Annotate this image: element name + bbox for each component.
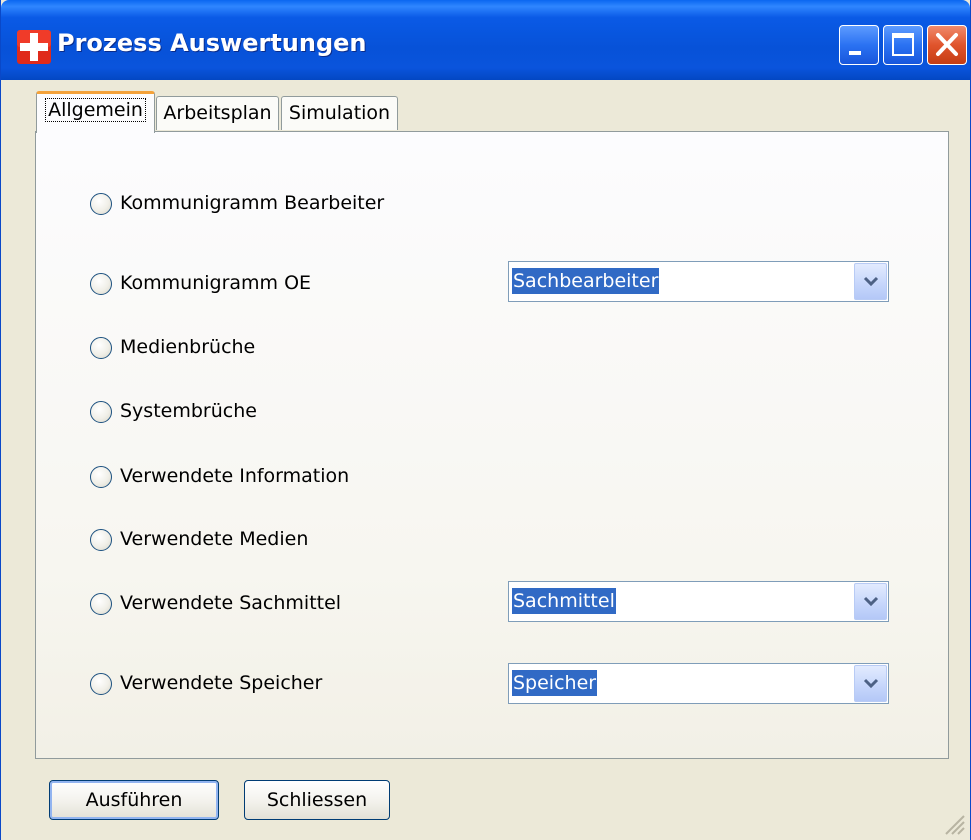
option-label: Kommunigramm OE <box>120 272 312 294</box>
window-title: Prozess Auswertungen <box>57 29 367 57</box>
oe-select-value: Sachbearbeiter <box>512 268 660 294</box>
app-cross-icon <box>17 30 51 64</box>
close-button[interactable]: Schliessen <box>244 780 390 820</box>
tab-arbeitsplan-label: Arbeitsplan <box>163 102 272 124</box>
option-label: Medienbrüche <box>120 336 256 358</box>
radio-button[interactable] <box>90 193 112 215</box>
option-label: Verwendete Information <box>120 465 350 487</box>
dialog-window: Prozess Auswertungen Allgemein Arbeitspl… <box>0 0 971 840</box>
radio-button[interactable] <box>90 466 112 488</box>
close-window-button[interactable] <box>927 25 967 65</box>
sachmittel-dropdown-button[interactable] <box>854 583 887 620</box>
radio-button[interactable] <box>90 337 112 359</box>
chevron-down-icon <box>863 678 879 689</box>
option-label: Verwendete Sachmittel <box>120 592 342 614</box>
tab-allgemein-label: Allgemein <box>45 98 146 122</box>
run-button[interactable]: Ausführen <box>49 780 219 820</box>
chevron-down-icon <box>863 276 879 287</box>
tab-simulation-label: Simulation <box>288 102 391 124</box>
speicher-dropdown-button[interactable] <box>854 665 887 702</box>
minimize-icon <box>849 51 861 55</box>
option-label: Systembrüche <box>120 400 257 422</box>
radio-button[interactable] <box>90 593 112 615</box>
radio-button[interactable] <box>90 273 112 295</box>
oe-select[interactable]: Sachbearbeiter <box>508 261 889 302</box>
option-label: Verwendete Medien <box>120 528 309 550</box>
sachmittel-select-value: Sachmittel <box>512 588 616 614</box>
radio-button[interactable] <box>90 529 112 551</box>
tab-simulation[interactable]: Simulation <box>281 96 398 130</box>
close-icon <box>936 33 958 56</box>
option-label: Kommunigramm Bearbeiter <box>120 192 385 214</box>
sachmittel-select[interactable]: Sachmittel <box>508 581 889 622</box>
minimize-button[interactable] <box>839 25 879 65</box>
maximize-icon <box>892 33 914 56</box>
tab-panel-allgemein: Kommunigramm Bearbeiter Kommunigramm OE … <box>35 131 949 759</box>
oe-dropdown-button[interactable] <box>854 263 887 300</box>
title-bar[interactable]: Prozess Auswertungen <box>1 0 970 80</box>
chevron-down-icon <box>863 596 879 607</box>
radio-button[interactable] <box>90 673 112 695</box>
tab-allgemein[interactable]: Allgemein <box>36 91 155 133</box>
tab-arbeitsplan[interactable]: Arbeitsplan <box>156 96 279 130</box>
radio-button[interactable] <box>90 401 112 423</box>
resize-grip-icon[interactable] <box>940 810 966 836</box>
speicher-select[interactable]: Speicher <box>508 663 889 704</box>
option-label: Verwendete Speicher <box>120 672 323 694</box>
maximize-button[interactable] <box>883 25 923 65</box>
speicher-select-value: Speicher <box>512 670 598 696</box>
